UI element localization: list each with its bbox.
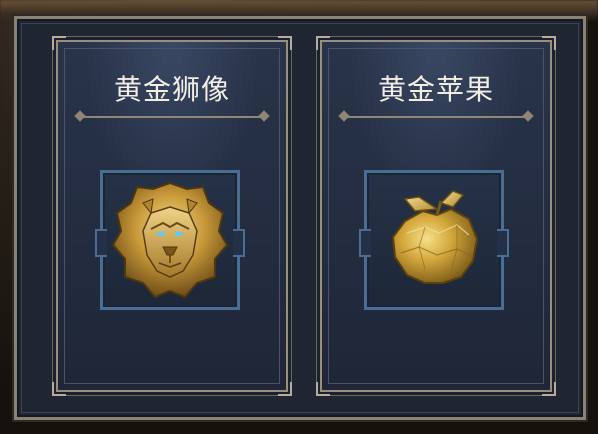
golden-lion-statue-icon: [111, 181, 229, 299]
divider-diamond: [522, 110, 534, 122]
divider-diamond: [74, 110, 86, 122]
golden-apple-icon: [391, 190, 479, 284]
reward-card-golden-lion[interactable]: 黄金狮像: [52, 36, 292, 396]
frame-corner: [316, 382, 330, 396]
frame-corner: [52, 382, 66, 396]
frame-corner: [542, 382, 556, 396]
frame-corner: [278, 36, 292, 50]
item-title: 黄金狮像: [113, 73, 230, 106]
item-icon-frame[interactable]: [95, 170, 245, 310]
frame-corner: [542, 36, 556, 50]
divider-diamond: [258, 110, 270, 122]
item-icon-frame[interactable]: [359, 170, 509, 310]
item-title: 黄金苹果: [377, 73, 494, 106]
frame-corner: [52, 36, 66, 50]
reward-card-golden-apple[interactable]: 黄金苹果: [316, 36, 556, 396]
game-screen: 黄金狮像 黄金苹果: [0, 0, 598, 434]
frame-corner: [278, 382, 292, 396]
title-divider: [74, 110, 270, 122]
title-divider: [338, 110, 534, 122]
frame-corner: [316, 36, 330, 50]
divider-diamond: [338, 110, 350, 122]
